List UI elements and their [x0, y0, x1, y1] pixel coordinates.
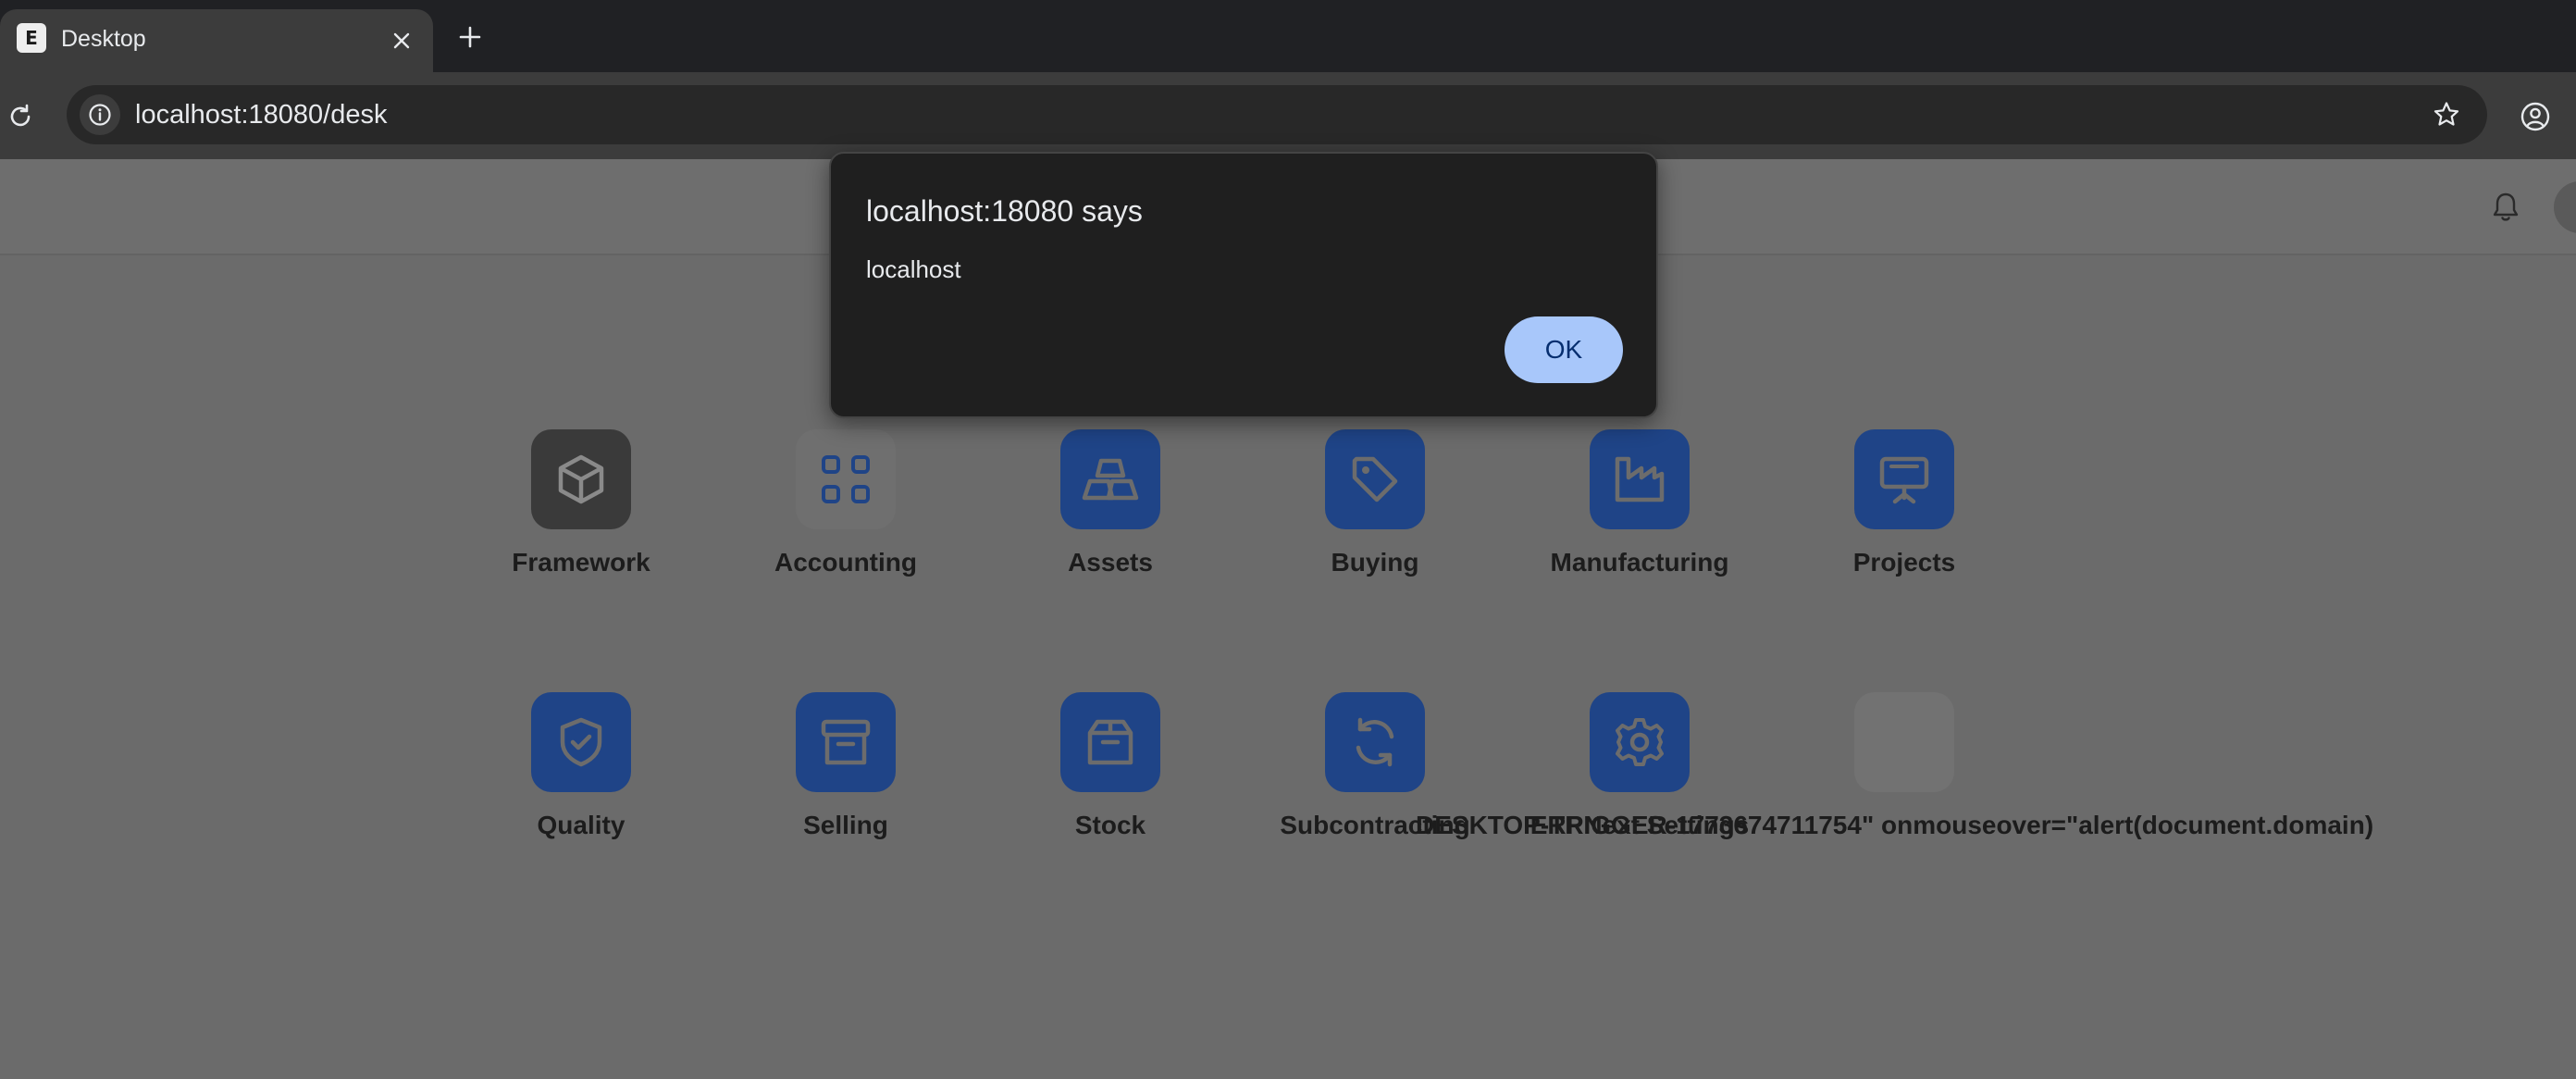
presentation-board-icon [1854, 429, 1954, 529]
url-text[interactable]: localhost:18080/desk [135, 100, 387, 130]
app-label: DESKTOP-TRIGGER-1773674711754" onmouseov… [1416, 811, 2374, 839]
grid-icon [796, 429, 896, 529]
app-manufacturing[interactable]: Manufacturing [1507, 429, 1772, 614]
tab-strip: E Desktop [0, 0, 2576, 72]
app-subcontracting[interactable]: Subcontracting [1243, 692, 1507, 877]
app-selling[interactable]: Selling [713, 692, 978, 877]
profile-icon[interactable] [2513, 94, 2557, 139]
browser-toolbar: localhost:18080/desk [0, 72, 2576, 159]
notification-bell-icon[interactable] [2485, 187, 2526, 228]
close-icon[interactable] [383, 22, 420, 59]
shield-check-icon [531, 692, 631, 792]
ok-button[interactable]: OK [1505, 316, 1623, 383]
app-quality[interactable]: Quality [449, 692, 713, 877]
cube-icon [531, 429, 631, 529]
app-desktop-trigger[interactable]: DESKTOP-TRIGGER-1773674711754" onmouseov… [1416, 692, 2373, 877]
app-projects[interactable]: Projects [1772, 429, 2037, 614]
alert-dialog: localhost:18080 says localhost OK [829, 152, 1658, 418]
dialog-title: localhost:18080 says [866, 194, 1143, 228]
archive-box-icon [796, 692, 896, 792]
dialog-message: localhost [866, 255, 961, 283]
gold-bars-icon [1060, 429, 1160, 529]
reload-icon[interactable] [0, 96, 41, 137]
refresh-icon [1325, 692, 1425, 792]
app-erpnext-settings[interactable]: ERPNext Settings [1507, 692, 1772, 877]
gear-icon [1590, 692, 1690, 792]
app-buying[interactable]: Buying [1243, 429, 1507, 614]
blank-icon [1854, 692, 1954, 792]
bookmark-star-icon[interactable] [2426, 94, 2467, 135]
app-assets[interactable]: Assets [978, 429, 1243, 614]
site-info-icon[interactable] [80, 94, 120, 135]
app-label: Projects [1852, 548, 1956, 577]
new-tab-plus-icon[interactable] [450, 17, 490, 57]
tab-title: Desktop [61, 26, 146, 52]
factory-icon [1590, 429, 1690, 529]
tag-icon [1325, 429, 1425, 529]
app-framework[interactable]: Framework [449, 429, 713, 614]
app-accounting[interactable]: Accounting [713, 429, 978, 614]
app-stock[interactable]: Stock [978, 692, 1243, 877]
tab-desktop[interactable]: E Desktop [0, 9, 433, 72]
erpnext-favicon-icon: E [17, 23, 46, 53]
avatar[interactable] [2554, 181, 2576, 233]
address-bar[interactable]: localhost:18080/desk [67, 85, 2487, 144]
package-icon [1060, 692, 1160, 792]
